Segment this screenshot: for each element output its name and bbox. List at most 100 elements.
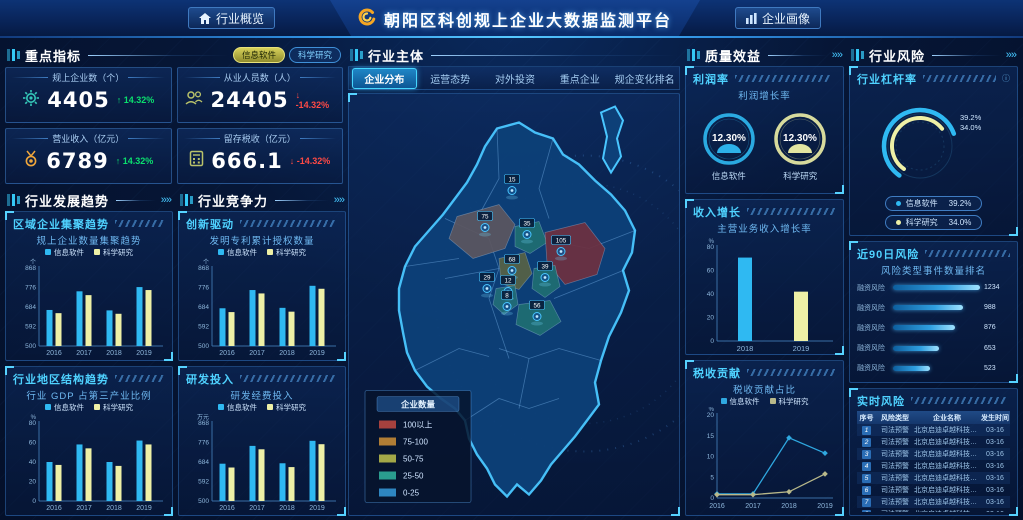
risk-bar-value: 988 <box>984 304 1010 311</box>
risk-bar-label: 融资风险 <box>857 283 889 293</box>
svg-text:868: 868 <box>198 420 209 427</box>
industry-tag-1[interactable]: 科学研究 <box>289 47 341 63</box>
district-map[interactable]: 15753510568392912856企业数量100以上75-10050-75… <box>348 93 680 516</box>
table-header-cell: 企业名称 <box>914 413 980 423</box>
svg-text:100以上: 100以上 <box>403 421 432 430</box>
section-subtitle: 税收贡献 <box>693 365 741 381</box>
more-icon[interactable]: »» <box>334 194 344 206</box>
nav-enterprise-portrait[interactable]: 企业画像 <box>735 7 821 29</box>
svg-text:29: 29 <box>483 275 491 282</box>
svg-text:50-75: 50-75 <box>403 455 424 464</box>
risk-title: 行业风险 <box>869 46 925 65</box>
table-row[interactable]: 5司法预警北京启迪卓越科技有限公司03-16 <box>857 472 1010 484</box>
profit-gauge-1: 12.30%科学研究 <box>771 110 829 182</box>
tab-运营态势[interactable]: 运营态势 <box>419 69 482 88</box>
legend-swatch <box>896 201 901 206</box>
chart-title: 主营业务收入增长率 <box>693 221 836 235</box>
company-name: 北京启迪卓越科技有限公司 <box>914 509 980 512</box>
section-subtitle: 实时风险 <box>857 393 905 409</box>
recent-risk-box: 近90日风险 风险类型事件数量排名 融资风险1234融资风险988融资风险876… <box>849 241 1018 383</box>
svg-text:40: 40 <box>707 291 715 298</box>
svg-text:2019: 2019 <box>309 350 325 357</box>
indicator-card-0: 规上企业数（个）4405↑ 14.32% <box>5 67 172 123</box>
table-row[interactable]: 1司法预警北京启迪卓越科技有限公司03-16 <box>857 424 1010 436</box>
nav-industry-overview[interactable]: 行业概览 <box>188 7 275 29</box>
row-index: 2 <box>857 438 876 447</box>
legend-item: 科学研究 <box>267 247 306 258</box>
svg-text:10: 10 <box>707 454 715 461</box>
hatch-decoration <box>240 220 336 227</box>
panel-marker-icon <box>7 49 20 61</box>
risk-bar-value: 876 <box>984 324 1010 331</box>
table-row[interactable]: 8司法预警北京启迪卓越科技有限公司03-16 <box>857 508 1010 512</box>
svg-text:2019: 2019 <box>817 503 833 510</box>
company-name: 北京启迪卓越科技有限公司 <box>914 497 980 507</box>
indicator-delta: ↓ -14.32% <box>290 156 331 166</box>
realtime-risk-box: 实时风险 序号风险类型企业名称发生时间1司法预警北京启迪卓越科技有限公司03-1… <box>849 388 1018 516</box>
map-legend: 企业数量100以上75-10050-7525-500-25 <box>365 391 471 503</box>
svg-text:776: 776 <box>25 285 36 292</box>
table-row[interactable]: 2司法预警北京启迪卓越科技有限公司03-16 <box>857 436 1010 448</box>
tab-企业分布[interactable]: 企业分布 <box>352 68 417 89</box>
risk-bar-fill <box>893 346 939 351</box>
hatch-decoration <box>911 397 1007 404</box>
more-icon[interactable]: »» <box>161 194 171 206</box>
svg-text:0-25: 0-25 <box>403 489 420 498</box>
table-row[interactable]: 7司法预警北京启迪卓越科技有限公司03-16 <box>857 496 1010 508</box>
chart-title: 发明专利累计授权数量 <box>186 233 338 247</box>
risk-bar-value: 653 <box>984 345 1010 352</box>
gear-icon <box>22 89 40 112</box>
svg-text:2018: 2018 <box>106 350 122 357</box>
risk-type: 司法预警 <box>876 425 914 435</box>
tab-对外投资[interactable]: 对外投资 <box>484 69 547 88</box>
table-row[interactable]: 4司法预警北京启迪卓越科技有限公司03-16 <box>857 460 1010 472</box>
tab-规企变化排名[interactable]: 规企变化排名 <box>613 69 676 88</box>
key-indicators-title: 重点指标 <box>25 46 81 65</box>
risk-panel: 行业风险 »» 行业杠杆率 ⓘ 39.2%34.0% 信息软件39.2%科学研究… <box>849 44 1018 516</box>
quality-title: 质量效益 <box>705 46 761 65</box>
svg-text:500: 500 <box>198 343 209 350</box>
more-icon[interactable]: »» <box>1006 49 1016 61</box>
section-subtitle: 收入增长 <box>693 204 741 220</box>
risk-bar-value: 1234 <box>984 284 1010 291</box>
tab-重点企业[interactable]: 重点企业 <box>548 69 611 88</box>
competitiveness-panel: 行业竞争力 »» 创新驱动 发明专利累计授权数量 信息软件科学研究 500592… <box>178 189 346 516</box>
industry-body-title: 行业主体 <box>368 46 424 65</box>
info-icon[interactable]: ⓘ <box>1002 73 1010 84</box>
more-icon[interactable]: »» <box>832 49 842 61</box>
leverage-box: 行业杠杆率 ⓘ 39.2%34.0% 信息软件39.2%科学研究34.0% <box>849 66 1018 236</box>
chart-title: 税收贡献占比 <box>693 382 836 396</box>
chart-legend: 信息软件科学研究 <box>693 396 836 407</box>
row-index: 4 <box>857 462 876 471</box>
industry-body-tabs: 企业分布运营态势对外投资重点企业规企变化排名 <box>348 66 680 90</box>
chart-legend: 信息软件科学研究 <box>13 247 165 258</box>
chart-title: 利润增长率 <box>693 88 836 102</box>
calculator-icon <box>189 150 204 172</box>
risk-bar-fill <box>893 366 930 371</box>
risk-type-ranking: 融资风险1234融资风险988融资风险876融资风险653融资风险523 <box>857 277 1010 379</box>
industry-tag-0[interactable]: 信息软件 <box>233 47 285 63</box>
svg-text:776: 776 <box>198 285 209 292</box>
occur-time: 03-16 <box>980 451 1010 458</box>
quality-panel: 质量效益 »» 利润率 利润增长率 12.30%信息软件12.30%科学研究 收… <box>685 44 844 516</box>
home-icon <box>199 13 211 24</box>
table-row[interactable]: 3司法预警北京启迪卓越科技有限公司03-16 <box>857 448 1010 460</box>
svg-text:5: 5 <box>710 474 714 481</box>
svg-text:105: 105 <box>556 238 567 245</box>
chart-legend: 信息软件科学研究 <box>13 402 165 413</box>
svg-text:2016: 2016 <box>709 503 725 510</box>
svg-text:12: 12 <box>504 278 512 285</box>
rd-investment-box: 研发投入 研发经费投入 信息软件科学研究 500592684776868万元20… <box>178 366 346 516</box>
row-index: 5 <box>857 474 876 483</box>
section-subtitle: 近90日风险 <box>857 246 919 262</box>
page-title: 朝阳区科创规上企业大数据监测平台 <box>384 7 672 31</box>
svg-text:500: 500 <box>198 498 209 505</box>
regional-structure-box: 行业地区结构趋势 行业 GDP 占第三产业比例 信息软件科学研究 0204060… <box>5 366 173 516</box>
innovation-box: 创新驱动 发明专利累计授权数量 信息软件科学研究 500592684776868… <box>178 211 346 361</box>
company-name: 北京启迪卓越科技有限公司 <box>914 461 980 471</box>
svg-text:2018: 2018 <box>279 505 295 512</box>
svg-text:8: 8 <box>505 293 509 300</box>
company-name: 北京启迪卓越科技有限公司 <box>914 425 980 435</box>
table-row[interactable]: 6司法预警北京启迪卓越科技有限公司03-16 <box>857 484 1010 496</box>
svg-text:20: 20 <box>29 479 37 486</box>
